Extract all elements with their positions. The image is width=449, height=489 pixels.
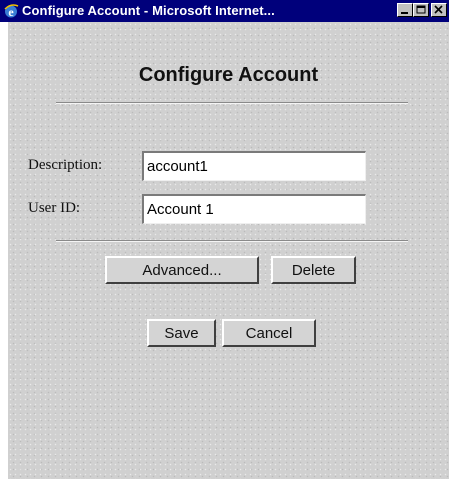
divider-top [56, 102, 408, 104]
description-label: Description: [28, 157, 103, 173]
page-title: Configure Account [138, 64, 319, 86]
window-title: Configure Account - Microsoft Internet..… [22, 3, 275, 18]
delete-button[interactable]: Delete [271, 256, 356, 284]
svg-text:e: e [8, 5, 14, 19]
maximize-icon [416, 5, 426, 14]
browser-window: e Configure Account - Microsoft Internet… [0, 0, 449, 489]
description-input[interactable] [142, 151, 366, 181]
window-bottom-edge [8, 479, 449, 489]
advanced-button[interactable]: Advanced... [105, 256, 259, 284]
divider-middle [56, 240, 408, 242]
cancel-button[interactable]: Cancel [222, 319, 316, 347]
page-content: Configure Account Description: User ID: … [8, 22, 449, 479]
user-id-input[interactable] [142, 194, 366, 224]
save-button[interactable]: Save [147, 319, 216, 347]
minimize-button[interactable] [397, 3, 413, 17]
ie-logo-icon: e [3, 3, 19, 19]
close-icon [434, 5, 443, 14]
minimize-icon [401, 12, 408, 14]
title-bar[interactable]: e Configure Account - Microsoft Internet… [0, 0, 449, 22]
close-button[interactable] [431, 3, 447, 17]
user-id-label: User ID: [28, 200, 81, 216]
maximize-button[interactable] [413, 3, 429, 17]
